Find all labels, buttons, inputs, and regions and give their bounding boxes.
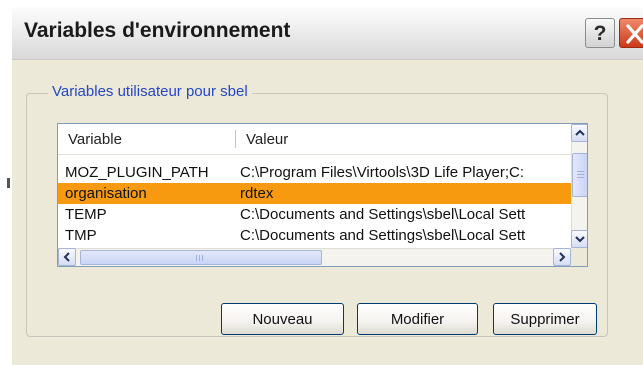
list-header: Variable Valeur (58, 124, 571, 155)
row-value: rdtex (240, 185, 274, 202)
close-button[interactable] (619, 18, 643, 48)
list-row-selected[interactable]: organisation rdtex (58, 183, 571, 204)
column-header-variable[interactable]: Variable (68, 131, 122, 148)
vertical-scroll-thumb[interactable] (572, 153, 587, 197)
horizontal-scrollbar[interactable] (58, 248, 571, 266)
window-title: Variables d'environnement (24, 19, 291, 42)
row-value: C:\Program Files\Virtools\3D Life Player… (240, 164, 524, 181)
grip-line (202, 255, 203, 261)
scroll-left-button[interactable] (58, 248, 76, 266)
horizontal-scroll-thumb[interactable] (80, 250, 322, 265)
grip-line (577, 174, 584, 175)
scrollbar-corner (571, 248, 587, 266)
chevron-up-icon (575, 129, 585, 136)
column-divider[interactable] (235, 130, 236, 148)
delete-button[interactable]: Supprimer (493, 303, 597, 335)
close-icon (626, 24, 643, 44)
title-bar[interactable]: Variables d'environnement ? (12, 7, 643, 60)
help-icon: ? (593, 22, 607, 45)
scroll-right-button[interactable] (553, 248, 571, 266)
user-variables-list[interactable]: Variable Valeur MOZ_PLUGIN_PATH C:\Progr… (57, 123, 588, 267)
page-margin (0, 0, 7, 365)
row-value: C:\Documents and Settings\sbel\Local Set… (240, 206, 526, 223)
row-variable: TEMP (65, 206, 107, 223)
list-row[interactable]: MOZ_PLUGIN_PATH C:\Program Files\Virtool… (58, 162, 571, 183)
row-variable: MOZ_PLUGIN_PATH (65, 164, 209, 181)
grip-line (196, 255, 197, 261)
grip-line (577, 177, 584, 178)
edge-marker (7, 178, 10, 188)
grip-line (199, 255, 200, 261)
user-variables-legend: Variables utilisateur pour sbel (48, 83, 252, 100)
new-button[interactable]: Nouveau (221, 303, 344, 335)
list-row[interactable]: TEMP C:\Documents and Settings\sbel\Loca… (58, 204, 571, 225)
chevron-right-icon (559, 252, 566, 262)
help-button[interactable]: ? (585, 18, 615, 48)
scroll-up-button[interactable] (571, 124, 587, 142)
scroll-down-button[interactable] (571, 230, 587, 248)
grip-line (577, 171, 584, 172)
vertical-scrollbar[interactable] (571, 124, 587, 248)
row-variable: organisation (65, 185, 147, 202)
edit-button[interactable]: Modifier (357, 303, 478, 335)
row-variable: TMP (65, 227, 97, 244)
list-row[interactable]: TMP C:\Documents and Settings\sbel\Local… (58, 225, 571, 246)
column-header-value[interactable]: Valeur (246, 131, 288, 148)
row-value: C:\Documents and Settings\sbel\Local Set… (240, 227, 526, 244)
chevron-down-icon (575, 236, 585, 243)
chevron-left-icon (63, 252, 70, 262)
